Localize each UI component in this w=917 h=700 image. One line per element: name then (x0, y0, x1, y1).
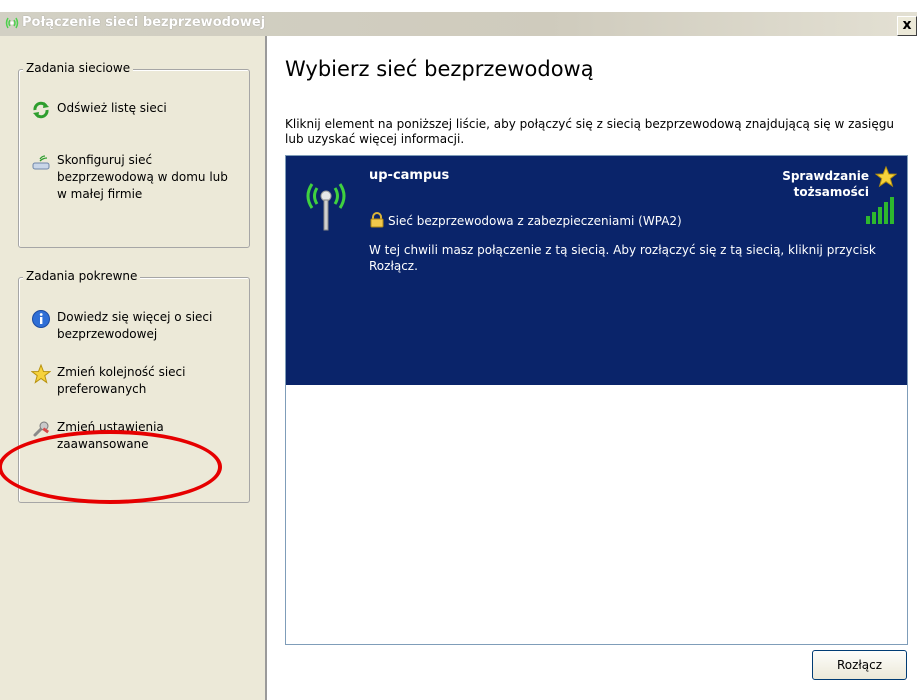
page-title: Wybierz sieć bezprzewodową (285, 57, 594, 81)
setup-wireless-network-link[interactable]: Skonfiguruj sieć bezprzewodową w domu lu… (31, 152, 241, 203)
page-description: Kliknij element na poniższej liście, aby… (285, 117, 894, 146)
network-name: up-campus (369, 168, 450, 183)
network-list[interactable]: up-campus Sprawdzanie tożsamości Sieć be… (285, 155, 908, 645)
lock-icon (370, 212, 384, 228)
preferred-network-star-icon (875, 166, 897, 188)
window-title: Połączenie sieci bezprzewodowej (22, 15, 266, 30)
wireless-connection-window: Połączenie sieci bezprzewodowej x Zadani… (0, 12, 917, 700)
learn-about-wireless-link[interactable]: Dowiedz się więcej o sieci bezprzewodowe… (31, 309, 241, 343)
setup-wireless-network-label: Skonfiguruj sieć bezprzewodową w domu lu… (57, 153, 228, 201)
related-tasks-group: Zadania pokrewne Dowiedz się więcej o si… (18, 269, 250, 503)
sidebar: Zadania sieciowe Odśwież listę sieci Sko… (0, 36, 266, 700)
wireless-antenna-icon (306, 183, 346, 231)
refresh-network-list-link[interactable]: Odśwież listę sieci (31, 100, 167, 120)
change-network-order-link[interactable]: Zmień kolejność sieci preferowanych (31, 364, 241, 398)
security-type: Sieć bezprzewodowa z zabezpieczeniami (W… (388, 214, 682, 228)
refresh-icon (33, 101, 49, 119)
learn-about-wireless-label: Dowiedz się więcej o sieci bezprzewodowe… (57, 310, 213, 341)
wireless-setup-icon (32, 155, 50, 170)
network-tasks-title: Zadania sieciowe (23, 61, 134, 75)
change-advanced-settings-link[interactable]: Zmień ustawienia zaawansowane (31, 419, 241, 453)
main-panel: Wybierz sieć bezprzewodową Kliknij eleme… (268, 36, 917, 700)
wireless-signal-icon (5, 17, 19, 29)
title-bar[interactable]: Połączenie sieci bezprzewodowej x (0, 12, 917, 36)
wrench-icon (33, 421, 50, 437)
close-button[interactable]: x (897, 16, 917, 36)
change-advanced-settings-label: Zmień ustawienia zaawansowane (57, 420, 164, 451)
change-network-order-label: Zmień kolejność sieci preferowanych (57, 365, 186, 396)
refresh-network-list-label: Odśwież listę sieci (57, 101, 167, 115)
signal-strength-icon (866, 197, 894, 224)
connection-info: W tej chwili masz połączenie z tą siecią… (369, 243, 876, 273)
star-icon (31, 364, 51, 384)
network-item-up-campus[interactable]: up-campus Sprawdzanie tożsamości Sieć be… (286, 156, 907, 385)
connection-status: Sprawdzanie tożsamości (782, 169, 869, 199)
network-tasks-group: Zadania sieciowe Odśwież listę sieci Sko… (18, 61, 250, 248)
disconnect-button[interactable]: Rozłącz (812, 650, 907, 680)
info-icon (32, 310, 50, 328)
related-tasks-title: Zadania pokrewne (23, 269, 141, 283)
